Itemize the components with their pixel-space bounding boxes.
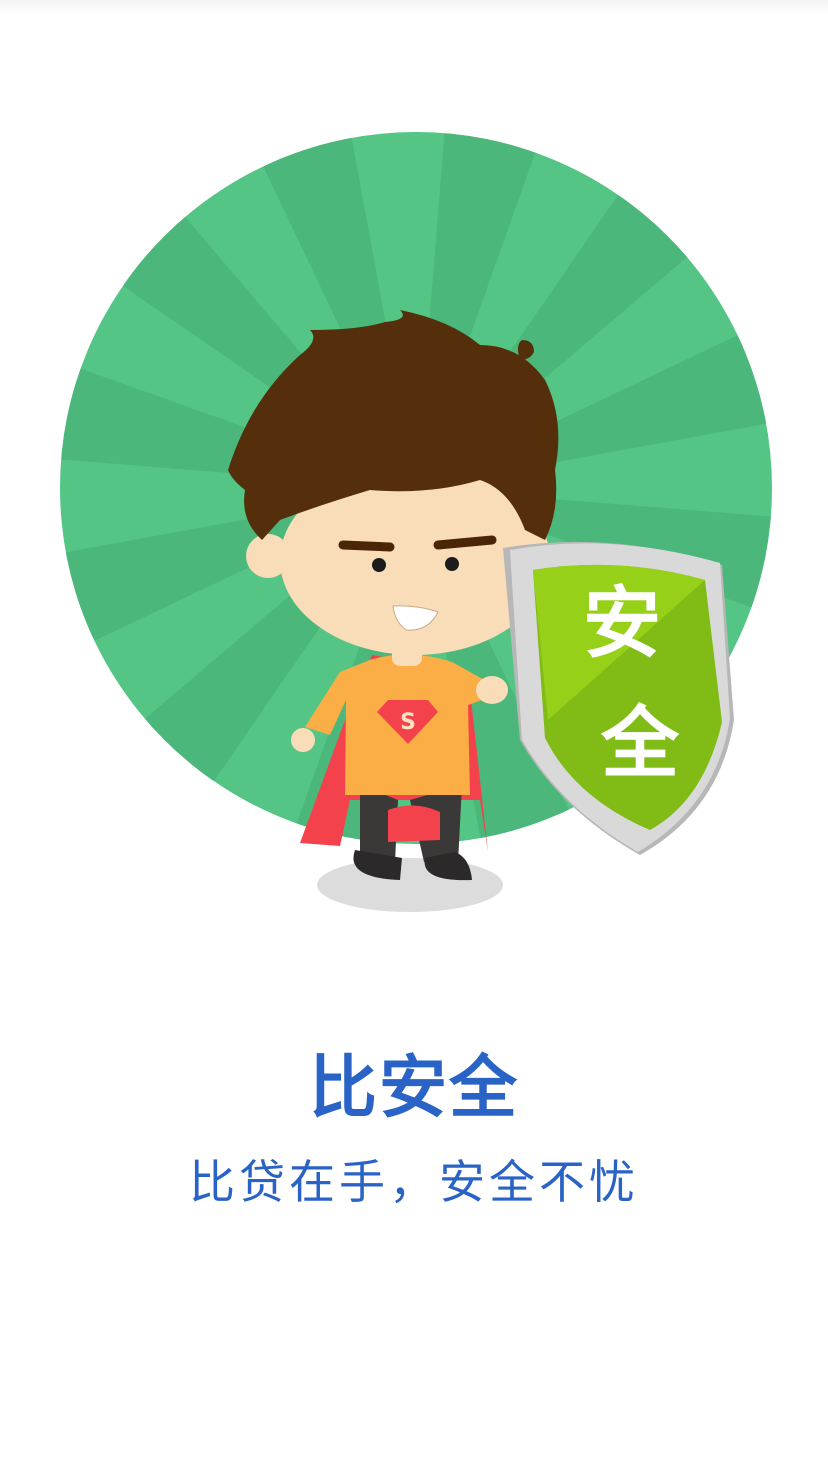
shield-char-1: 安 — [583, 579, 661, 669]
chest-emblem-letter: S — [400, 710, 416, 735]
onboarding-screen: S 安 全 比安全 比贷在手，安全不忧 — [0, 0, 828, 1472]
illustration: S 安 全 — [60, 132, 772, 912]
ground-shadow — [317, 858, 503, 912]
slide-subtitle: 比贷在手，安全不忧 — [189, 1155, 639, 1209]
shield-char-2: 全 — [600, 699, 680, 789]
slide-title: 比安全 — [308, 1048, 519, 1128]
